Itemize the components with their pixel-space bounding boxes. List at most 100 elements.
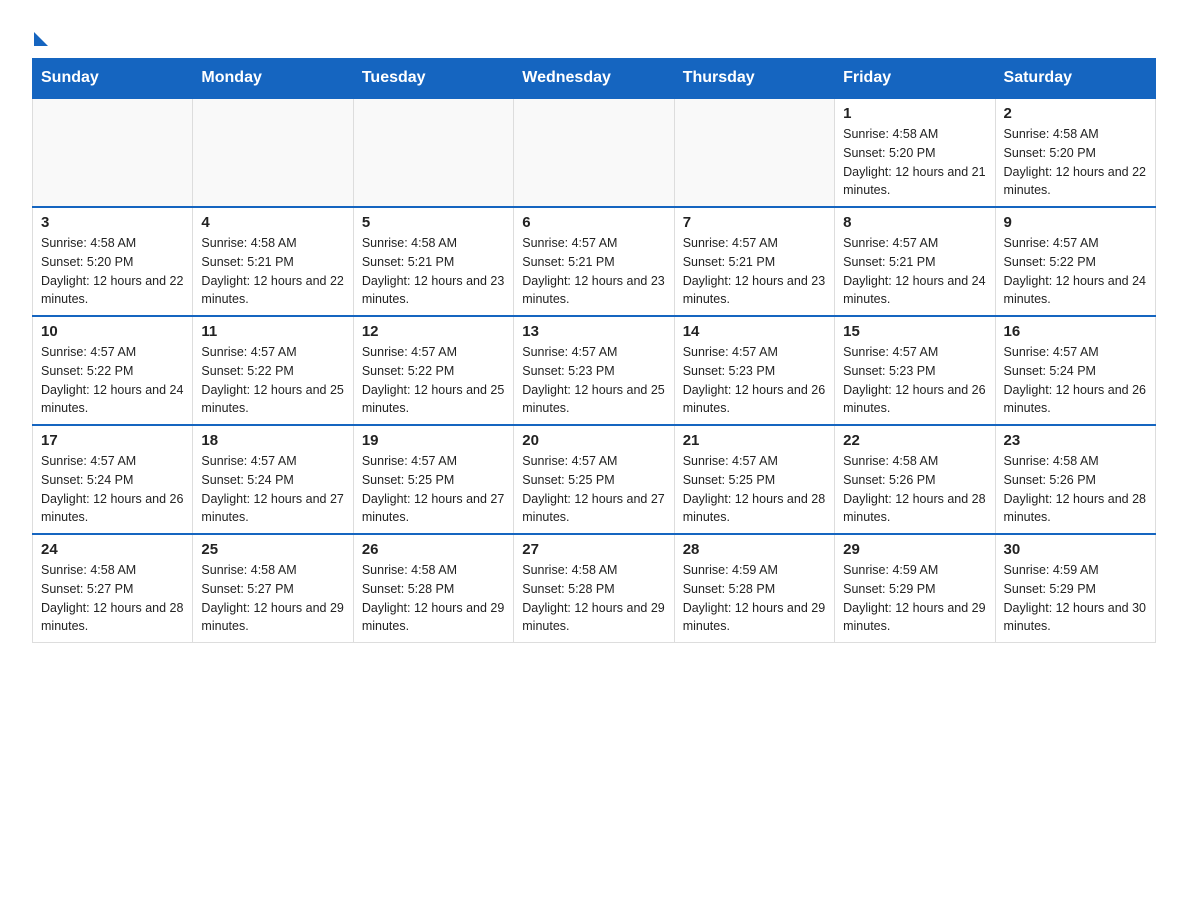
day-info: Sunrise: 4:58 AMSunset: 5:20 PMDaylight:… <box>1004 125 1147 200</box>
day-info: Sunrise: 4:57 AMSunset: 5:22 PMDaylight:… <box>362 343 505 418</box>
calendar-cell <box>193 98 353 207</box>
day-info: Sunrise: 4:58 AMSunset: 5:21 PMDaylight:… <box>362 234 505 309</box>
calendar-table: SundayMondayTuesdayWednesdayThursdayFrid… <box>32 58 1156 643</box>
calendar-cell: 23 Sunrise: 4:58 AMSunset: 5:26 PMDayligh… <box>995 425 1155 534</box>
calendar-cell: 15 Sunrise: 4:57 AMSunset: 5:23 PMDayligh… <box>835 316 995 425</box>
day-info: Sunrise: 4:57 AMSunset: 5:22 PMDaylight:… <box>1004 234 1147 309</box>
calendar-week-row: 24 Sunrise: 4:58 AMSunset: 5:27 PMDayligh… <box>33 534 1156 643</box>
day-info: Sunrise: 4:59 AMSunset: 5:28 PMDaylight:… <box>683 561 826 636</box>
day-info: Sunrise: 4:57 AMSunset: 5:24 PMDaylight:… <box>201 452 344 527</box>
day-number: 20 <box>522 432 665 449</box>
calendar-cell: 3 Sunrise: 4:58 AMSunset: 5:20 PMDaylight… <box>33 207 193 316</box>
day-number: 25 <box>201 541 344 558</box>
day-info: Sunrise: 4:57 AMSunset: 5:25 PMDaylight:… <box>362 452 505 527</box>
day-number: 6 <box>522 214 665 231</box>
day-number: 12 <box>362 323 505 340</box>
calendar-cell: 25 Sunrise: 4:58 AMSunset: 5:27 PMDayligh… <box>193 534 353 643</box>
day-number: 24 <box>41 541 184 558</box>
day-number: 19 <box>362 432 505 449</box>
calendar-week-row: 17 Sunrise: 4:57 AMSunset: 5:24 PMDayligh… <box>33 425 1156 534</box>
calendar-week-row: 10Sunrise: 4:57 AMSunset: 5:22 PMDayligh… <box>33 316 1156 425</box>
day-info: Sunrise: 4:58 AMSunset: 5:20 PMDaylight:… <box>41 234 184 309</box>
calendar-cell: 21 Sunrise: 4:57 AMSunset: 5:25 PMDayligh… <box>674 425 834 534</box>
calendar-cell: 7Sunrise: 4:57 AMSunset: 5:21 PMDaylight… <box>674 207 834 316</box>
column-header-sunday: Sunday <box>33 59 193 99</box>
day-info: Sunrise: 4:57 AMSunset: 5:22 PMDaylight:… <box>41 343 184 418</box>
calendar-cell <box>353 98 513 207</box>
calendar-cell: 30Sunrise: 4:59 AMSunset: 5:29 PMDayligh… <box>995 534 1155 643</box>
calendar-cell: 16 Sunrise: 4:57 AMSunset: 5:24 PMDayligh… <box>995 316 1155 425</box>
day-number: 18 <box>201 432 344 449</box>
calendar-cell: 8 Sunrise: 4:57 AMSunset: 5:21 PMDaylight… <box>835 207 995 316</box>
column-header-monday: Monday <box>193 59 353 99</box>
day-number: 9 <box>1004 214 1147 231</box>
day-number: 13 <box>522 323 665 340</box>
calendar-cell: 11Sunrise: 4:57 AMSunset: 5:22 PMDayligh… <box>193 316 353 425</box>
day-number: 4 <box>201 214 344 231</box>
day-number: 28 <box>683 541 826 558</box>
logo-triangle-icon <box>34 32 48 46</box>
day-info: Sunrise: 4:57 AMSunset: 5:22 PMDaylight:… <box>201 343 344 418</box>
calendar-cell: 20 Sunrise: 4:57 AMSunset: 5:25 PMDayligh… <box>514 425 674 534</box>
column-header-friday: Friday <box>835 59 995 99</box>
day-number: 21 <box>683 432 826 449</box>
calendar-header-row: SundayMondayTuesdayWednesdayThursdayFrid… <box>33 59 1156 99</box>
day-info: Sunrise: 4:58 AMSunset: 5:26 PMDaylight:… <box>843 452 986 527</box>
page-header <box>32 24 1156 42</box>
calendar-cell: 28 Sunrise: 4:59 AMSunset: 5:28 PMDayligh… <box>674 534 834 643</box>
day-number: 29 <box>843 541 986 558</box>
day-number: 7 <box>683 214 826 231</box>
day-info: Sunrise: 4:57 AMSunset: 5:24 PMDaylight:… <box>1004 343 1147 418</box>
day-number: 3 <box>41 214 184 231</box>
day-info: Sunrise: 4:58 AMSunset: 5:20 PMDaylight:… <box>843 125 986 200</box>
day-number: 17 <box>41 432 184 449</box>
column-header-wednesday: Wednesday <box>514 59 674 99</box>
column-header-saturday: Saturday <box>995 59 1155 99</box>
day-number: 8 <box>843 214 986 231</box>
column-header-tuesday: Tuesday <box>353 59 513 99</box>
day-info: Sunrise: 4:58 AMSunset: 5:26 PMDaylight:… <box>1004 452 1147 527</box>
day-number: 27 <box>522 541 665 558</box>
calendar-cell: 17Sunrise: 4:57 AMSunset: 5:24 PMDayligh… <box>33 425 193 534</box>
calendar-cell <box>514 98 674 207</box>
calendar-week-row: 1 Sunrise: 4:58 AMSunset: 5:20 PMDaylight… <box>33 98 1156 207</box>
day-number: 15 <box>843 323 986 340</box>
calendar-cell: 24Sunrise: 4:58 AMSunset: 5:27 PMDayligh… <box>33 534 193 643</box>
calendar-cell: 26Sunrise: 4:58 AMSunset: 5:28 PMDayligh… <box>353 534 513 643</box>
calendar-cell: 9 Sunrise: 4:57 AMSunset: 5:22 PMDaylight… <box>995 207 1155 316</box>
calendar-cell: 2Sunrise: 4:58 AMSunset: 5:20 PMDaylight… <box>995 98 1155 207</box>
day-info: Sunrise: 4:59 AMSunset: 5:29 PMDaylight:… <box>1004 561 1147 636</box>
calendar-cell: 13 Sunrise: 4:57 AMSunset: 5:23 PMDayligh… <box>514 316 674 425</box>
day-number: 23 <box>1004 432 1147 449</box>
day-info: Sunrise: 4:57 AMSunset: 5:25 PMDaylight:… <box>683 452 826 527</box>
day-number: 14 <box>683 323 826 340</box>
calendar-cell: 5 Sunrise: 4:58 AMSunset: 5:21 PMDaylight… <box>353 207 513 316</box>
calendar-cell: 14 Sunrise: 4:57 AMSunset: 5:23 PMDayligh… <box>674 316 834 425</box>
day-info: Sunrise: 4:59 AMSunset: 5:29 PMDaylight:… <box>843 561 986 636</box>
calendar-cell: 22 Sunrise: 4:58 AMSunset: 5:26 PMDayligh… <box>835 425 995 534</box>
calendar-cell: 1 Sunrise: 4:58 AMSunset: 5:20 PMDaylight… <box>835 98 995 207</box>
day-number: 5 <box>362 214 505 231</box>
calendar-cell: 29 Sunrise: 4:59 AMSunset: 5:29 PMDayligh… <box>835 534 995 643</box>
day-number: 22 <box>843 432 986 449</box>
day-info: Sunrise: 4:57 AMSunset: 5:23 PMDaylight:… <box>522 343 665 418</box>
calendar-cell: 18 Sunrise: 4:57 AMSunset: 5:24 PMDayligh… <box>193 425 353 534</box>
day-info: Sunrise: 4:57 AMSunset: 5:25 PMDaylight:… <box>522 452 665 527</box>
calendar-cell: 10Sunrise: 4:57 AMSunset: 5:22 PMDayligh… <box>33 316 193 425</box>
calendar-cell <box>674 98 834 207</box>
day-info: Sunrise: 4:57 AMSunset: 5:23 PMDaylight:… <box>843 343 986 418</box>
day-info: Sunrise: 4:58 AMSunset: 5:28 PMDaylight:… <box>522 561 665 636</box>
day-number: 1 <box>843 105 986 122</box>
column-header-thursday: Thursday <box>674 59 834 99</box>
day-info: Sunrise: 4:58 AMSunset: 5:28 PMDaylight:… <box>362 561 505 636</box>
day-info: Sunrise: 4:57 AMSunset: 5:21 PMDaylight:… <box>522 234 665 309</box>
calendar-week-row: 3 Sunrise: 4:58 AMSunset: 5:20 PMDaylight… <box>33 207 1156 316</box>
calendar-cell: 27 Sunrise: 4:58 AMSunset: 5:28 PMDayligh… <box>514 534 674 643</box>
calendar-cell <box>33 98 193 207</box>
day-info: Sunrise: 4:57 AMSunset: 5:21 PMDaylight:… <box>843 234 986 309</box>
day-number: 16 <box>1004 323 1147 340</box>
calendar-cell: 12 Sunrise: 4:57 AMSunset: 5:22 PMDayligh… <box>353 316 513 425</box>
calendar-cell: 4Sunrise: 4:58 AMSunset: 5:21 PMDaylight… <box>193 207 353 316</box>
day-info: Sunrise: 4:58 AMSunset: 5:27 PMDaylight:… <box>201 561 344 636</box>
day-info: Sunrise: 4:57 AMSunset: 5:23 PMDaylight:… <box>683 343 826 418</box>
